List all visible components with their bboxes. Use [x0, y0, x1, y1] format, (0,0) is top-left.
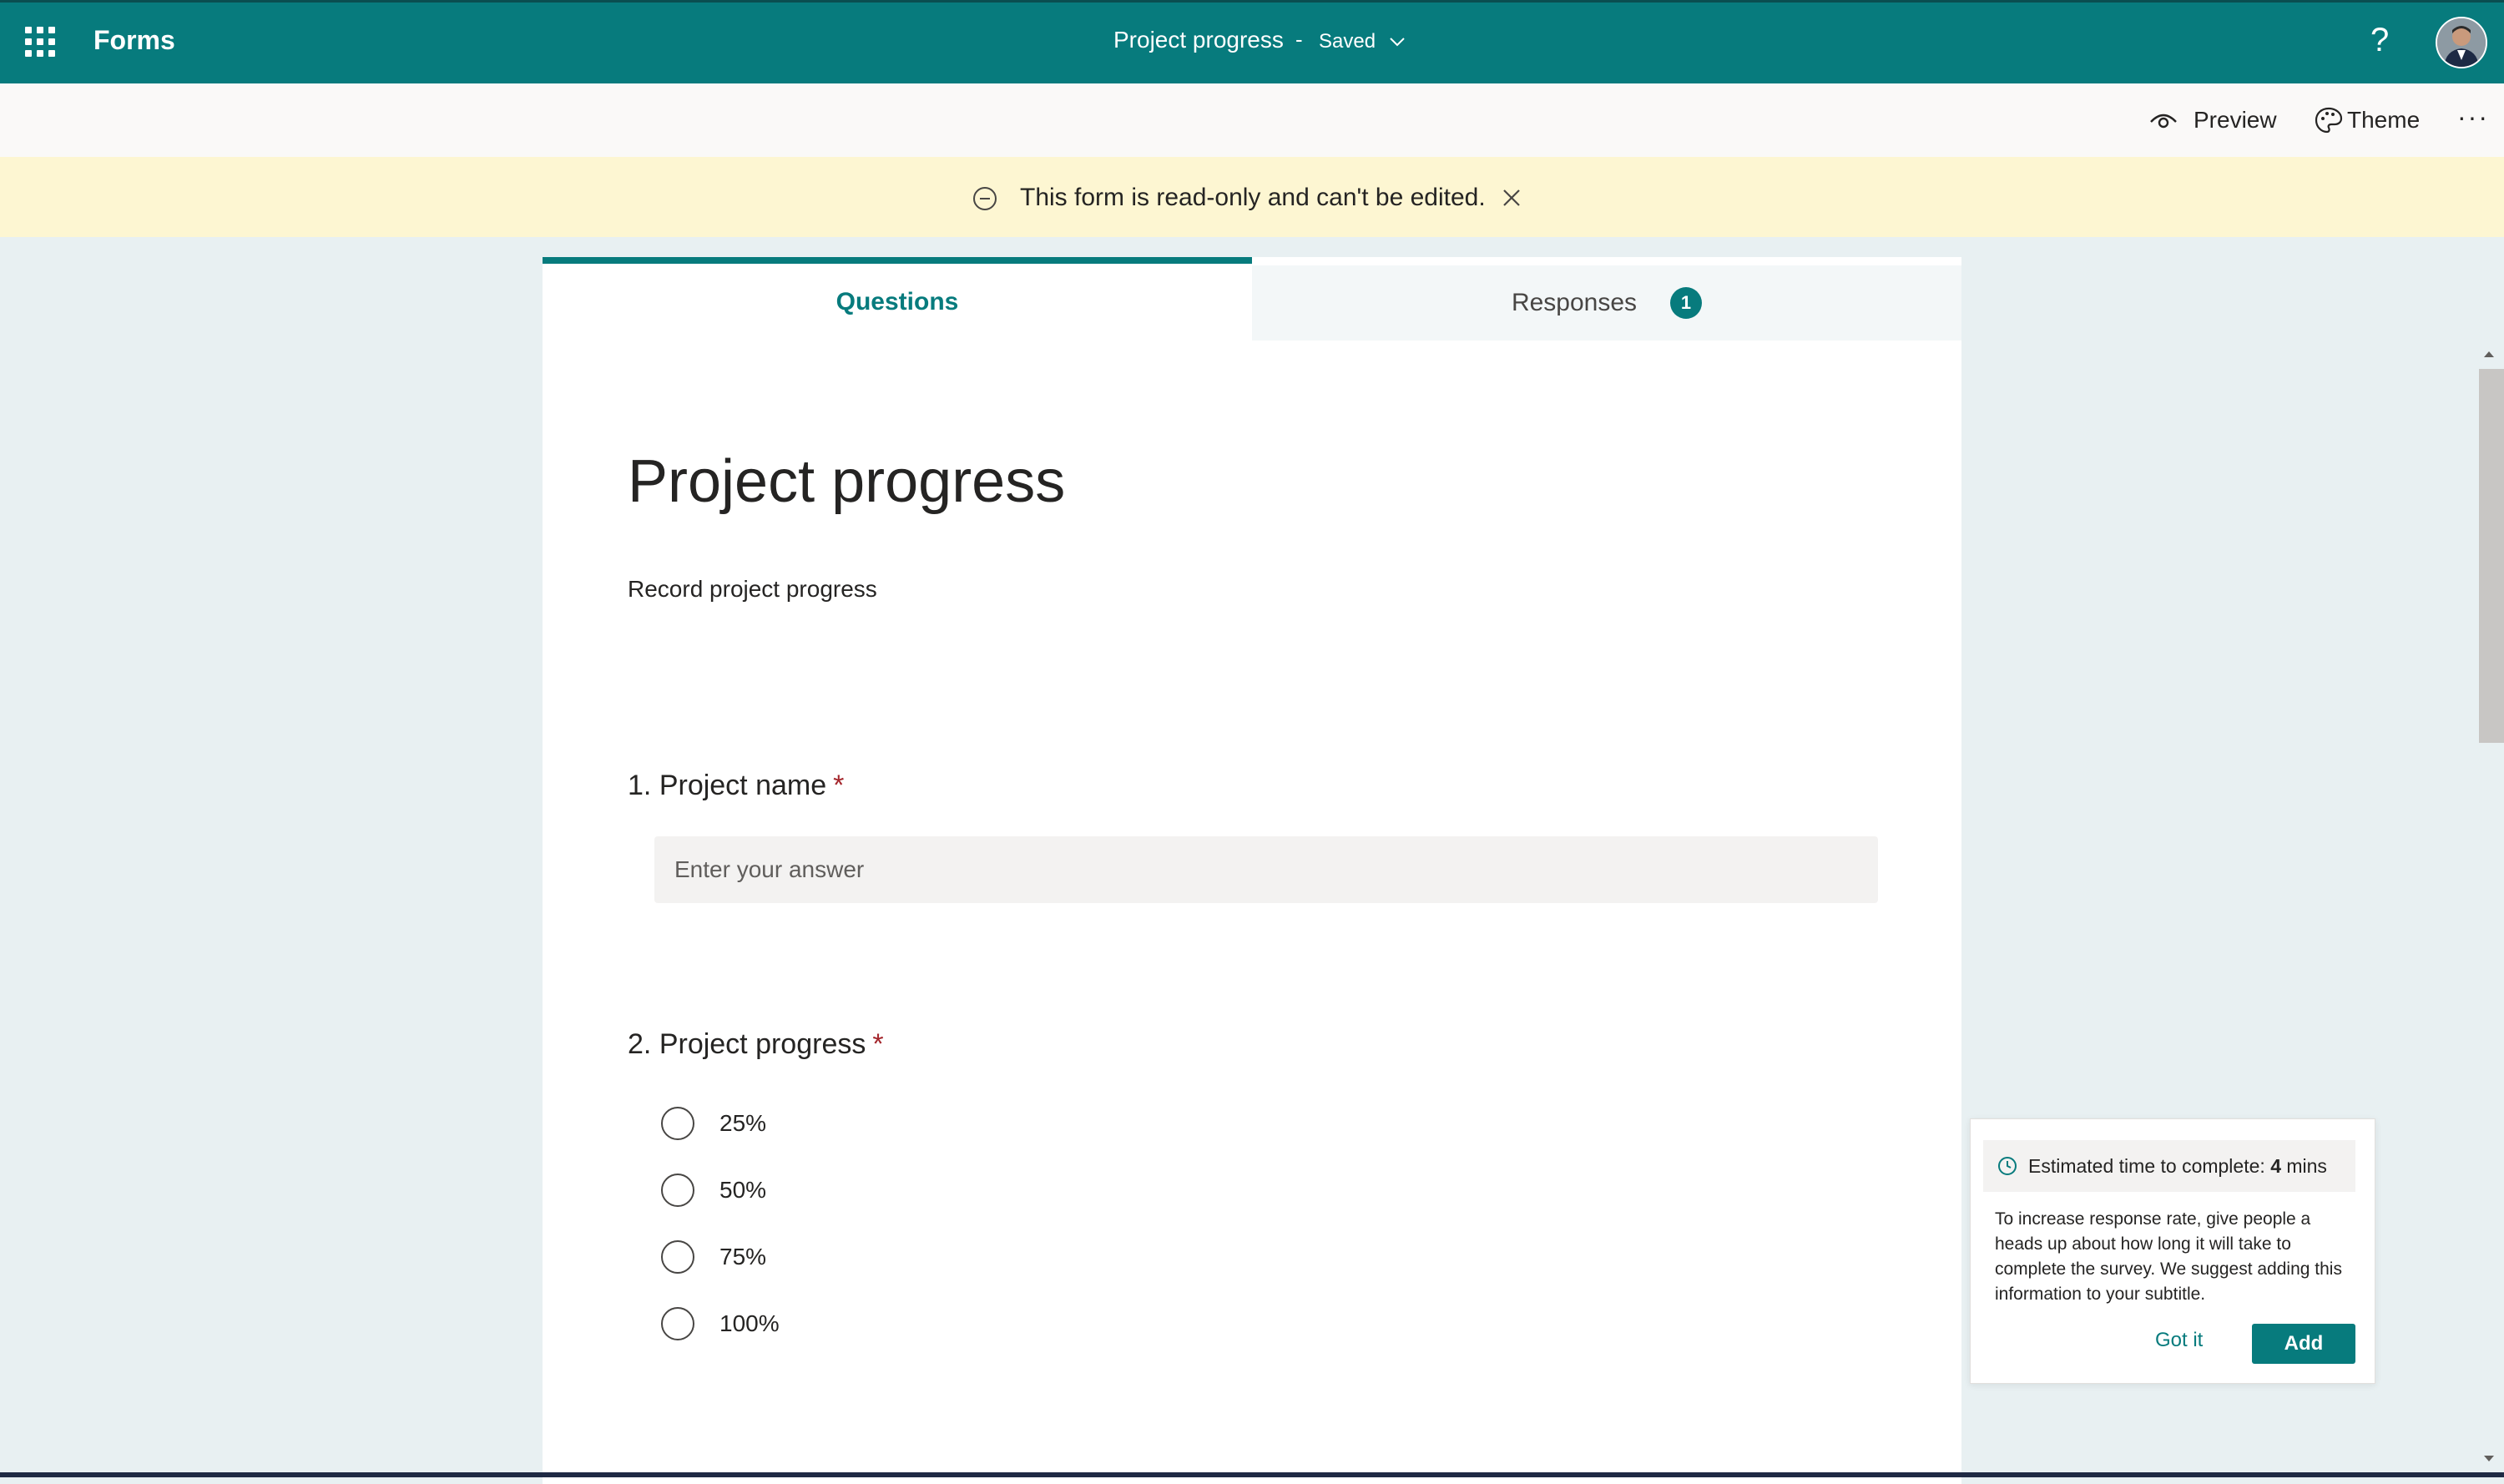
- waffle-icon[interactable]: [25, 27, 55, 57]
- required-mark: *: [872, 1028, 884, 1060]
- option-100[interactable]: 100%: [661, 1305, 780, 1342]
- option-75[interactable]: 75%: [661, 1239, 766, 1275]
- option-25[interactable]: 25%: [661, 1105, 766, 1142]
- tip-time-unit: mins: [2286, 1154, 2327, 1177]
- tip-body: To increase response rate, give people a…: [1995, 1209, 2342, 1304]
- option-label: 25%: [719, 1110, 767, 1136]
- question-2-title: 2. Project progress *: [628, 1028, 884, 1061]
- got-it-button[interactable]: Got it: [2155, 1329, 2203, 1352]
- chevron-down-icon[interactable]: [1386, 30, 1409, 53]
- radio-button[interactable]: [661, 1174, 694, 1207]
- minus-circle-icon: [973, 187, 997, 210]
- question-2-number: 2.: [628, 1028, 652, 1060]
- header-separator: -: [1295, 27, 1303, 52]
- scroll-up-icon[interactable]: [2479, 344, 2499, 364]
- avatar[interactable]: [2436, 17, 2487, 68]
- tab-questions-label: Questions: [836, 288, 959, 315]
- scroll-down-icon[interactable]: [2479, 1449, 2499, 1469]
- scrollbar-thumb[interactable]: [2479, 369, 2504, 743]
- tip-header: Estimated time to complete: 4 mins: [1983, 1140, 2355, 1192]
- radio-button[interactable]: [661, 1107, 694, 1140]
- tab-questions[interactable]: Questions: [543, 257, 1252, 341]
- saved-status: Saved: [1319, 30, 1376, 53]
- option-label: 100%: [719, 1310, 780, 1336]
- preview-label: Preview: [2194, 107, 2277, 133]
- close-icon[interactable]: [1499, 185, 1524, 210]
- toolbar: [0, 83, 2504, 157]
- required-mark: *: [833, 770, 845, 801]
- tab-responses[interactable]: Responses 1: [1252, 265, 1961, 341]
- help-icon[interactable]: ?: [2370, 22, 2389, 59]
- header-form-title[interactable]: Project progress: [1113, 27, 1284, 53]
- eye-icon: [2150, 114, 2177, 129]
- form-subtitle: Record project progress: [628, 576, 877, 602]
- banner-message: This form is read-only and can't be edit…: [1020, 184, 1486, 211]
- question-2-text: Project progress: [659, 1028, 866, 1060]
- form-title: Project progress: [628, 448, 1066, 515]
- add-button[interactable]: Add: [2252, 1324, 2355, 1364]
- question-1-number: 1.: [628, 770, 652, 801]
- responses-count-badge: 1: [1670, 287, 1703, 319]
- clock-icon: [1998, 1157, 2017, 1175]
- theme-label: Theme: [2347, 107, 2421, 133]
- preview-button[interactable]: Preview: [2148, 103, 2277, 137]
- question-1-text: Project name: [659, 770, 827, 801]
- more-icon[interactable]: ···: [2457, 102, 2489, 133]
- option-label: 75%: [719, 1244, 767, 1269]
- radio-button[interactable]: [661, 1307, 694, 1340]
- tip-time-value: 4: [2270, 1154, 2281, 1177]
- project-name-input[interactable]: [654, 836, 1878, 903]
- tab-responses-label: Responses: [1511, 289, 1638, 316]
- question-1-title: 1. Project name *: [628, 770, 844, 802]
- app-name[interactable]: Forms: [93, 25, 175, 56]
- theme-button[interactable]: Theme: [2314, 103, 2420, 137]
- bottom-edge: [0, 1472, 2504, 1477]
- tip-header-text: Estimated time to complete: 4 mins: [2028, 1155, 2327, 1178]
- tip-header-prefix: Estimated time to complete:: [2028, 1154, 2265, 1177]
- option-label: 50%: [719, 1177, 767, 1203]
- radio-button[interactable]: [661, 1240, 694, 1274]
- palette-icon: [2315, 107, 2343, 134]
- option-50[interactable]: 50%: [661, 1172, 766, 1209]
